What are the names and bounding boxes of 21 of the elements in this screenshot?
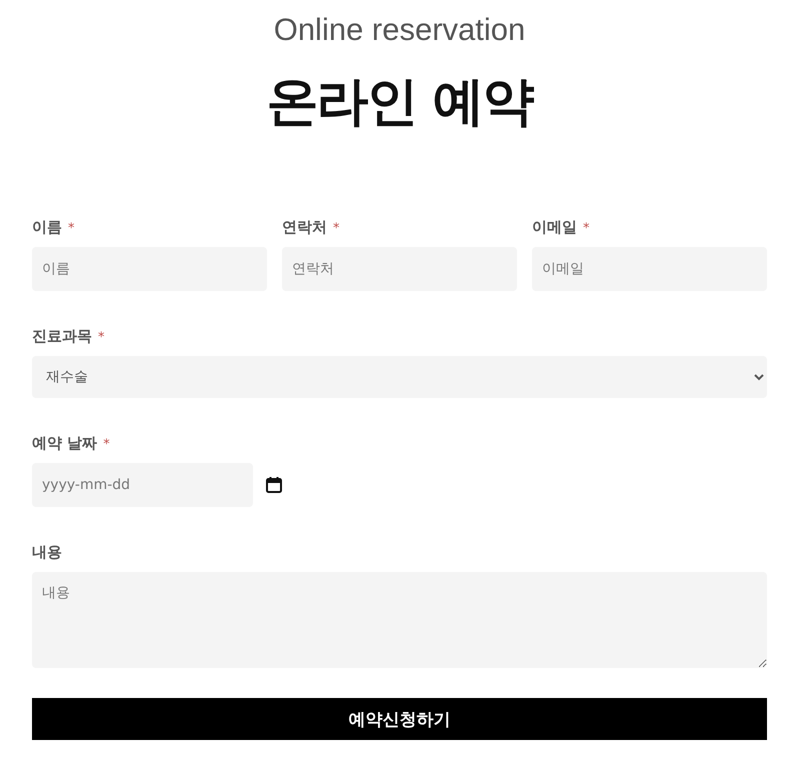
required-mark: * [68, 221, 74, 236]
submit-button[interactable]: 예약신청하기 [32, 698, 767, 740]
field-label: 이름 [32, 218, 62, 237]
required-mark: * [98, 330, 104, 345]
field-label: 내용 [32, 543, 62, 562]
department-select[interactable]: 재수술 [32, 356, 767, 398]
date-field[interactable]: yyyy-mm-dd [32, 463, 253, 507]
required-mark: * [333, 221, 340, 236]
page-title: 온라인 예약 [265, 72, 534, 132]
field-label: 진료과목 [32, 327, 92, 346]
text-field[interactable]: 이름 [32, 247, 267, 291]
required-mark: * [583, 221, 590, 236]
message-field[interactable]: 내용 [32, 572, 767, 668]
calendar-icon[interactable] [265, 476, 283, 494]
text-field[interactable]: 이메일 [532, 247, 767, 291]
field-label: 연락처 [282, 218, 327, 237]
text-field[interactable]: 연락처 [282, 247, 517, 291]
field-label: 예약 날짜 [32, 434, 98, 453]
page-subtitle: Online reservation [272, 11, 526, 49]
required-mark: * [103, 437, 110, 452]
field-label: 이메일 [532, 218, 577, 237]
